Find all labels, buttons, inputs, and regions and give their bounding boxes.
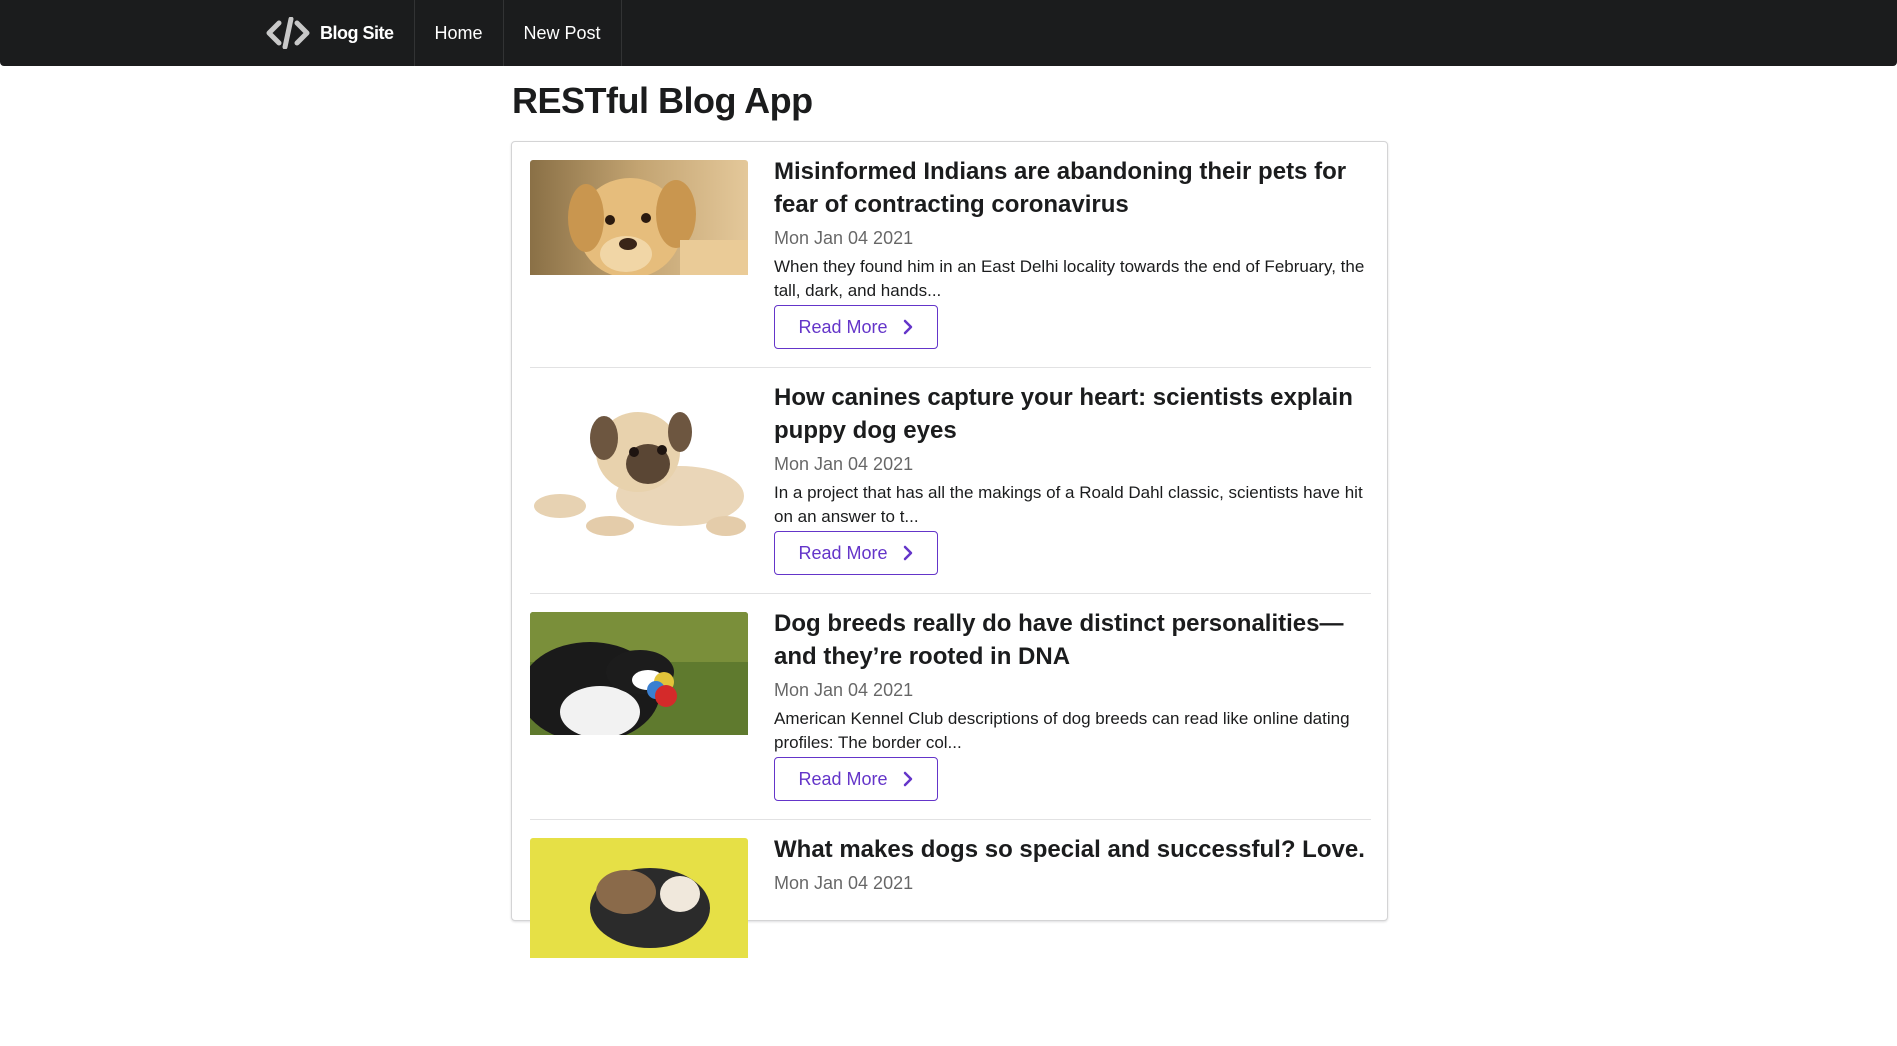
post-image <box>530 386 748 551</box>
post-excerpt: In a project that has all the makings of… <box>774 483 1363 526</box>
nav-item-new-post[interactable]: New Post <box>504 0 622 66</box>
post-title[interactable]: Misinformed Indians are abandoning their… <box>774 155 1371 221</box>
post-image <box>530 838 748 963</box>
read-more-button[interactable]: Read More <box>774 757 938 801</box>
code-icon <box>266 17 310 49</box>
post-content: How canines capture your heart: scientis… <box>774 381 1371 575</box>
page-title: RESTful Blog App <box>512 80 813 121</box>
post-item: How canines capture your heart: scientis… <box>530 368 1371 594</box>
post-content: Misinformed Indians are abandoning their… <box>774 155 1371 349</box>
post-item: Dog breeds really do have distinct perso… <box>530 594 1371 820</box>
post-date: Mon Jan 04 2021 <box>774 454 914 474</box>
post-list: Misinformed Indians are abandoning their… <box>511 141 1388 958</box>
post-image <box>530 160 748 280</box>
post-title[interactable]: Dog breeds really do have distinct perso… <box>774 607 1371 673</box>
post-item: What makes dogs so special and successfu… <box>530 820 1371 1046</box>
menu-container: Blog Site Home New Post <box>246 0 622 66</box>
post-date: Mon Jan 04 2021 <box>774 228 914 248</box>
post-image <box>530 612 748 740</box>
post-content: What makes dogs so special and successfu… <box>774 833 1371 894</box>
post-title[interactable]: What makes dogs so special and successfu… <box>774 833 1371 866</box>
post-excerpt: When they found him in an East Delhi loc… <box>774 257 1365 300</box>
brand-link[interactable]: Blog Site <box>246 0 415 66</box>
brand-label: Blog Site <box>320 22 394 43</box>
top-menu: Blog Site Home New Post <box>0 0 1897 66</box>
read-more-label: Read More <box>798 768 888 789</box>
chevron-right-icon <box>902 545 914 561</box>
post-date: Mon Jan 04 2021 <box>774 873 914 893</box>
read-more-button[interactable]: Read More <box>774 305 938 349</box>
read-more-label: Read More <box>798 542 888 563</box>
post-item: Misinformed Indians are abandoning their… <box>530 142 1371 368</box>
post-content: Dog breeds really do have distinct perso… <box>774 607 1371 801</box>
post-date: Mon Jan 04 2021 <box>774 680 914 700</box>
chevron-right-icon <box>902 771 914 787</box>
read-more-button[interactable]: Read More <box>774 531 938 575</box>
post-title[interactable]: How canines capture your heart: scientis… <box>774 381 1371 447</box>
post-excerpt: American Kennel Club descriptions of dog… <box>774 709 1350 752</box>
nav-item-home[interactable]: Home <box>415 0 504 66</box>
read-more-label: Read More <box>798 316 888 337</box>
chevron-right-icon <box>902 319 914 335</box>
